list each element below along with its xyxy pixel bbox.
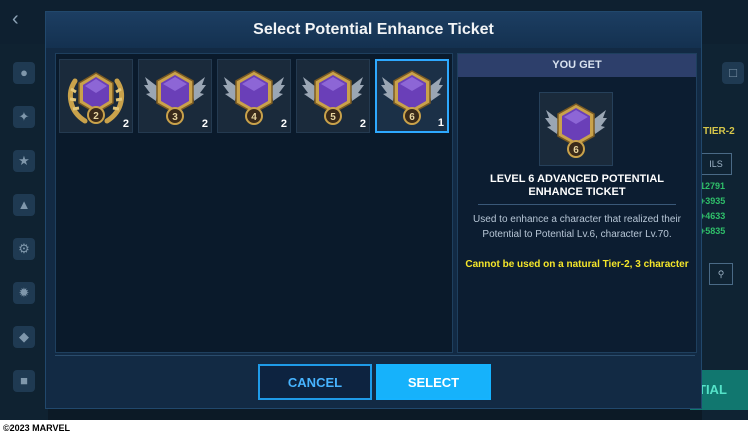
stat-value: +3935 <box>700 196 726 206</box>
ticket-level-label: 6 <box>409 112 415 123</box>
ticket-level-label: 4 <box>251 112 257 123</box>
ticket-level-label: 3 <box>172 112 178 123</box>
divider <box>478 204 676 205</box>
stat-value: 12791 <box>700 181 726 191</box>
ticket-item-lv3[interactable]: 3 2 <box>138 59 212 133</box>
copyright-label: ©2023 MARVEL <box>3 423 70 433</box>
atom-icon[interactable]: ✹ <box>13 282 35 304</box>
ticket-count: 2 <box>280 118 287 130</box>
ticket-item-lv6[interactable]: 6 1 <box>375 59 449 133</box>
shield-icon[interactable]: ● <box>13 62 35 84</box>
reward-description: Used to enhance a character that realize… <box>473 214 681 240</box>
select-button[interactable]: SELECT <box>376 364 491 400</box>
reward-detail-panel: YOU GET 6 LEVEL 6 ADVANCED POTENTIAL ENH… <box>457 53 697 353</box>
stat-value: +5835 <box>700 226 726 236</box>
ticket-list: 2 2 3 2 4 2 5 2 6 1 <box>55 53 453 353</box>
winged-badge-icon: 4 <box>223 70 285 125</box>
reward-warning: Cannot be used on a natural Tier-2, 3 ch… <box>465 259 689 270</box>
winged-badge-icon: 5 <box>302 70 364 125</box>
stat-value: +4633 <box>700 211 726 221</box>
ticket-count: 2 <box>201 118 208 130</box>
reward-item: 6 <box>539 92 613 166</box>
winged-badge-icon: 3 <box>144 70 206 125</box>
ticket-item-lv5[interactable]: 5 2 <box>296 59 370 133</box>
ticket-count: 1 <box>437 117 444 129</box>
select-ticket-dialog: Select Potential Enhance Ticket 2 2 3 2 … <box>45 11 702 409</box>
potential-icon[interactable]: ◆ <box>13 326 35 348</box>
ticket-level-label: 5 <box>330 112 336 123</box>
details-button[interactable]: ILS <box>700 153 732 175</box>
search-icon[interactable]: ⚲ <box>709 263 733 285</box>
ticket-level-label: 2 <box>93 111 99 122</box>
ticket-item-lv2[interactable]: 2 2 <box>59 59 133 133</box>
winged-badge-icon: 6 <box>381 70 443 125</box>
background-side-menu: ● ✦ ★ ▲ ⚙ ✹ ◆ ■ <box>0 44 48 420</box>
clipboard-icon[interactable]: □ <box>722 62 744 84</box>
tool-icon[interactable]: ✦ <box>13 106 35 128</box>
arrow-up-icon[interactable]: ▲ <box>13 194 35 216</box>
tier-label: TIER-2 <box>703 126 735 137</box>
back-arrow-icon[interactable]: ‹ <box>12 8 19 31</box>
laurel-badge-icon: 2 <box>67 72 125 124</box>
dialog-title: Select Potential Enhance Ticket <box>46 12 701 48</box>
you-get-header: YOU GET <box>458 54 696 77</box>
divider <box>55 355 695 356</box>
ticket-item-lv4[interactable]: 4 2 <box>217 59 291 133</box>
winged-badge-icon: 6 <box>545 103 607 158</box>
reward-title: LEVEL 6 ADVANCED POTENTIAL ENHANCE TICKE… <box>490 173 664 198</box>
gear-icon[interactable]: ⚙ <box>13 238 35 260</box>
cancel-button[interactable]: CANCEL <box>258 364 372 400</box>
skill-icon[interactable]: ★ <box>13 150 35 172</box>
reward-level-label: 6 <box>573 145 579 156</box>
costume-icon[interactable]: ■ <box>13 370 35 392</box>
ticket-count: 2 <box>122 118 129 130</box>
game-screen: ‹ ● ✦ ★ ▲ ⚙ ✹ ◆ ■ □ TIER-2 ILS 12791 +39… <box>0 0 748 420</box>
ticket-count: 2 <box>359 118 366 130</box>
